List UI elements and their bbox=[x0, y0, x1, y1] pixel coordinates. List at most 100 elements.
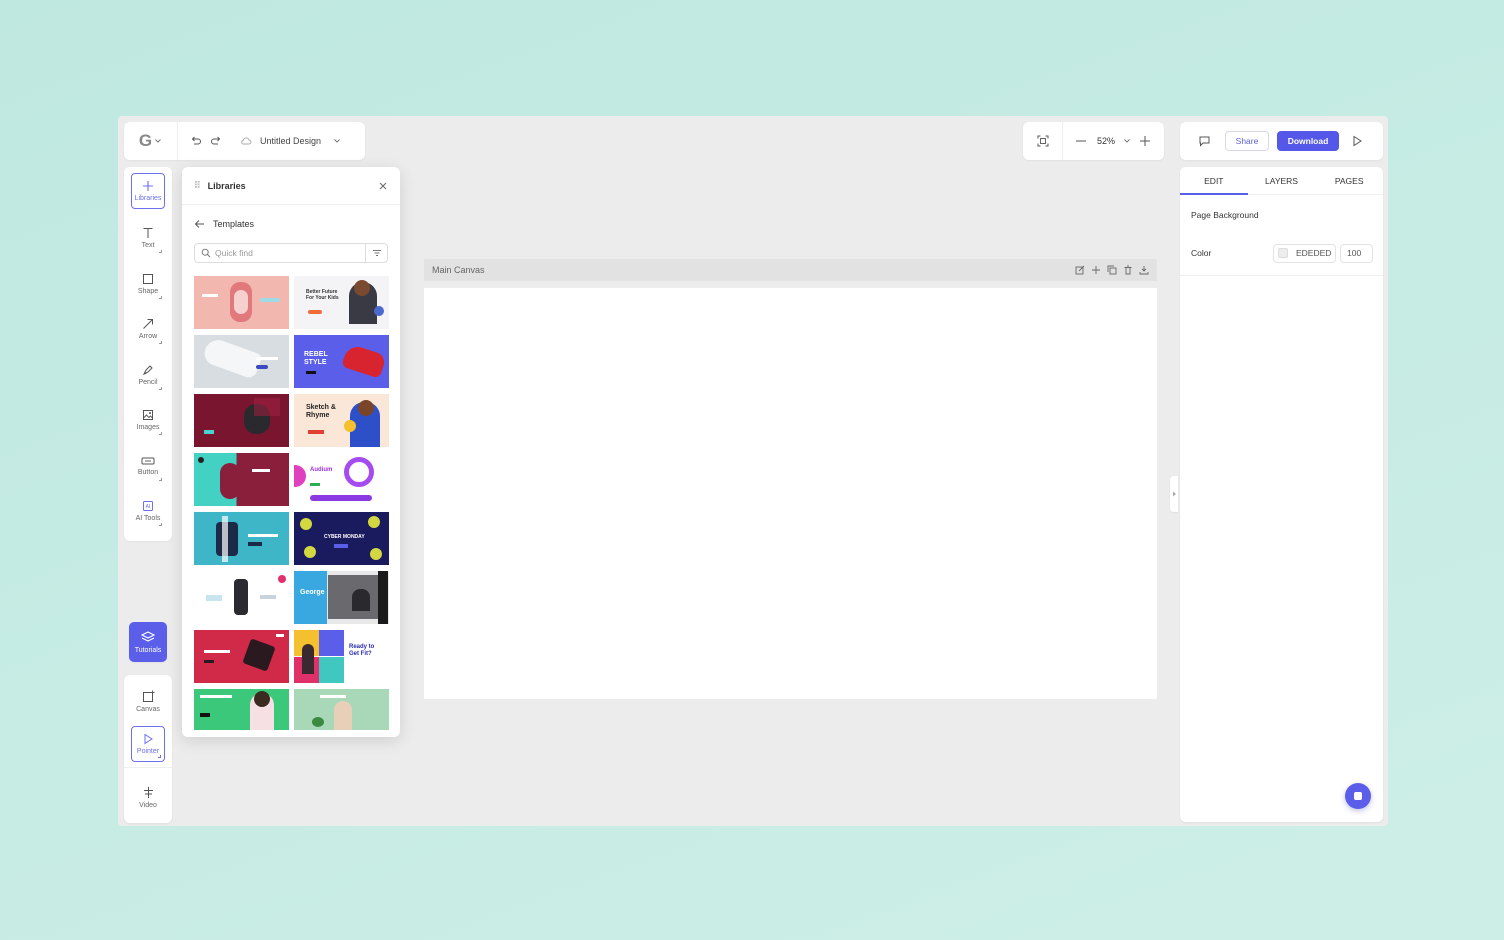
trash-icon[interactable] bbox=[1123, 265, 1133, 275]
tool-ai[interactable]: AI AI Tools bbox=[131, 493, 165, 529]
submenu-indicator bbox=[159, 341, 162, 344]
design-title-dropdown[interactable]: Untitled Design bbox=[240, 136, 341, 146]
undo-icon[interactable] bbox=[190, 135, 202, 147]
cloud-icon bbox=[240, 136, 252, 146]
search-icon bbox=[201, 248, 211, 258]
canvas-page[interactable] bbox=[424, 288, 1157, 699]
template-thumbnail[interactable]: REBEL STYLE bbox=[294, 335, 389, 388]
templates-breadcrumb: Templates bbox=[182, 205, 400, 243]
tab-pages[interactable]: PAGES bbox=[1315, 167, 1383, 194]
chat-button[interactable] bbox=[1345, 783, 1371, 809]
logo-icon: G bbox=[138, 131, 153, 150]
download-icon[interactable] bbox=[1139, 265, 1149, 275]
template-thumbnail[interactable] bbox=[194, 512, 289, 565]
tab-layers[interactable]: LAYERS bbox=[1248, 167, 1316, 194]
left-toolbar: Libraries Text Shape Arrow Pencil Images bbox=[124, 167, 172, 541]
tool-shape[interactable]: Shape bbox=[131, 266, 165, 302]
tool-label: Button bbox=[137, 469, 159, 476]
app-menu-button[interactable]: G bbox=[124, 122, 178, 160]
template-thumbnail[interactable] bbox=[194, 335, 289, 388]
zoom-level: 52% bbox=[1097, 136, 1116, 146]
color-picker[interactable]: EDEDED bbox=[1273, 243, 1336, 263]
tutorials-button[interactable]: Tutorials bbox=[129, 622, 167, 662]
collapse-panel-handle[interactable] bbox=[1170, 476, 1178, 512]
close-icon[interactable] bbox=[378, 181, 388, 191]
pencil-icon bbox=[142, 364, 154, 376]
template-text: CYBER MONDAY bbox=[324, 534, 365, 540]
bottom-left-toolbar: Canvas Pointer Video bbox=[124, 675, 172, 823]
color-hex: EDEDED bbox=[1296, 248, 1332, 258]
template-thumbnail[interactable]: CYBER MONDAY bbox=[294, 512, 389, 565]
comment-icon[interactable] bbox=[1198, 135, 1211, 147]
template-thumbnail[interactable]: George bbox=[294, 571, 389, 624]
submenu-indicator bbox=[159, 387, 162, 390]
tool-libraries[interactable]: Libraries bbox=[131, 173, 165, 209]
zoom-dropdown-icon[interactable] bbox=[1123, 137, 1131, 145]
zoom-toolbar: 52% bbox=[1023, 122, 1164, 160]
template-thumbnail[interactable]: Sketch & Rhyme bbox=[294, 394, 389, 447]
tool-label: Text bbox=[141, 242, 155, 249]
tool-button[interactable]: Button bbox=[131, 448, 165, 484]
tool-label: Arrow bbox=[138, 333, 158, 340]
tool-pencil[interactable]: Pencil bbox=[131, 357, 165, 393]
submenu-indicator bbox=[159, 523, 162, 526]
drag-handle-icon[interactable]: ⠿ bbox=[194, 180, 201, 191]
tool-label: Shape bbox=[137, 288, 159, 295]
pointer-icon bbox=[142, 733, 154, 745]
templates-title: Templates bbox=[213, 219, 255, 229]
opacity-input[interactable]: 100 bbox=[1340, 243, 1373, 263]
search-box bbox=[194, 243, 388, 263]
template-thumbnail[interactable] bbox=[194, 394, 289, 447]
template-thumbnail[interactable]: Better Future For Your Kids bbox=[294, 276, 389, 329]
color-label: Color bbox=[1191, 248, 1212, 258]
toolbar-divider bbox=[124, 767, 172, 768]
template-thumbnail[interactable] bbox=[194, 689, 289, 730]
properties-panel: EDIT LAYERS PAGES Page Background Color … bbox=[1180, 167, 1383, 822]
search-input[interactable] bbox=[215, 248, 361, 258]
video-icon bbox=[142, 786, 155, 799]
tool-text[interactable]: Text bbox=[131, 220, 165, 256]
submenu-indicator bbox=[159, 478, 162, 481]
tool-arrow[interactable]: Arrow bbox=[131, 311, 165, 347]
libraries-title: Libraries bbox=[207, 180, 246, 191]
filter-icon[interactable] bbox=[365, 244, 387, 262]
add-icon[interactable] bbox=[1091, 265, 1101, 275]
tool-video[interactable]: Video bbox=[131, 779, 165, 815]
tool-images[interactable]: Images bbox=[131, 402, 165, 438]
chevron-down-icon bbox=[333, 137, 341, 145]
chevron-right-icon bbox=[1172, 491, 1177, 497]
edit-icon[interactable] bbox=[1075, 265, 1085, 275]
template-text: Better Future For Your Kids bbox=[306, 289, 339, 301]
template-text: George bbox=[300, 589, 325, 596]
share-button[interactable]: Share bbox=[1225, 131, 1269, 151]
zoom-out-icon[interactable] bbox=[1075, 135, 1087, 147]
template-thumbnail[interactable] bbox=[294, 689, 389, 730]
template-thumbnail[interactable] bbox=[194, 453, 289, 506]
tab-edit[interactable]: EDIT bbox=[1180, 167, 1248, 195]
play-icon[interactable] bbox=[1351, 135, 1363, 147]
template-thumbnail[interactable] bbox=[194, 571, 289, 624]
text-icon bbox=[142, 227, 154, 239]
template-thumbnail[interactable] bbox=[194, 630, 289, 683]
download-button[interactable]: Download bbox=[1277, 131, 1339, 151]
zoom-in-icon[interactable] bbox=[1139, 135, 1151, 147]
tool-canvas[interactable]: Canvas bbox=[131, 683, 165, 719]
template-text: REBEL STYLE bbox=[304, 351, 328, 366]
back-arrow-icon[interactable] bbox=[194, 219, 205, 229]
template-text: Ready to Get Fit? bbox=[349, 644, 375, 657]
tool-pointer[interactable]: Pointer bbox=[131, 726, 165, 762]
canvas-name: Main Canvas bbox=[432, 265, 485, 275]
tool-label: Pencil bbox=[138, 379, 158, 386]
libraries-panel: ⠿ Libraries Templates Better Future For … bbox=[182, 167, 400, 737]
fit-to-screen-button[interactable] bbox=[1023, 122, 1063, 160]
panel-tabs: EDIT LAYERS PAGES bbox=[1180, 167, 1383, 195]
redo-icon[interactable] bbox=[210, 135, 222, 147]
design-title: Untitled Design bbox=[260, 136, 322, 146]
submenu-indicator bbox=[159, 296, 162, 299]
tool-label: Video bbox=[139, 801, 157, 809]
template-thumbnail[interactable] bbox=[194, 276, 289, 329]
template-thumbnail[interactable]: Ready to Get Fit? bbox=[294, 630, 389, 683]
template-thumbnail[interactable]: Audium bbox=[294, 453, 389, 506]
shape-icon bbox=[142, 273, 154, 285]
duplicate-icon[interactable] bbox=[1107, 265, 1117, 275]
